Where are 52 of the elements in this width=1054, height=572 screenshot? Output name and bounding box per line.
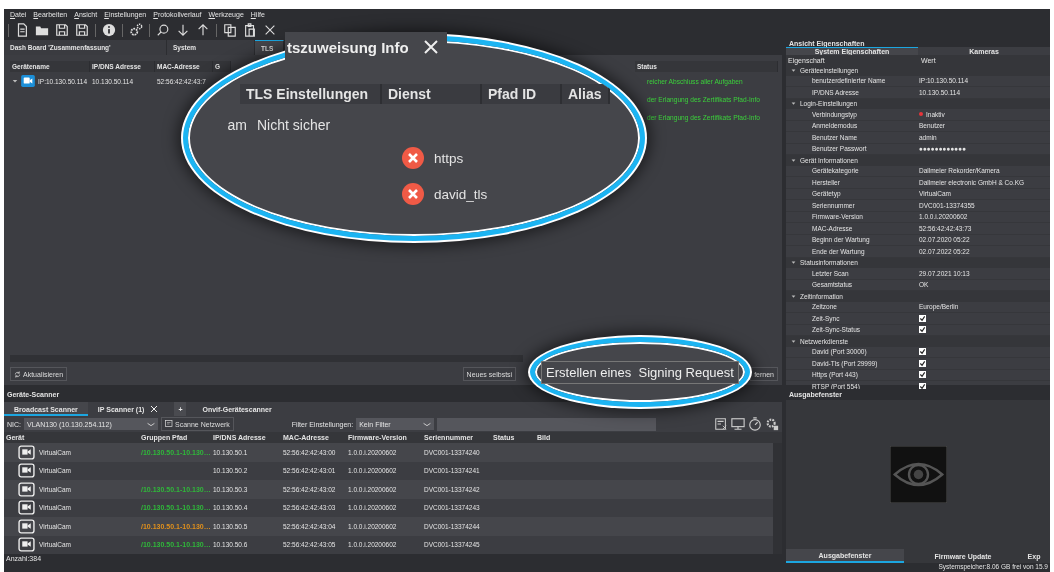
down-arrow-icon[interactable]: [176, 23, 190, 37]
info-icon[interactable]: [102, 23, 116, 37]
camera-icon: [18, 500, 35, 516]
caret-icon: [791, 101, 796, 107]
magnified-tab[interactable]: tszuweisung Info: [285, 32, 447, 62]
clear-list-icon[interactable]: [714, 417, 728, 431]
camera-icon: [18, 537, 35, 553]
close-icon: [422, 39, 439, 55]
column-header: Pfad ID: [482, 84, 562, 104]
save-as-icon[interactable]: [75, 23, 89, 37]
delete-icon[interactable]: [263, 23, 277, 37]
refresh-icon: [14, 370, 21, 378]
caret-icon: [791, 260, 796, 266]
service-name: https: [434, 150, 464, 166]
camera-icon: [18, 481, 35, 497]
document-icon[interactable]: [15, 23, 29, 37]
caret-icon: [147, 421, 155, 427]
camera-icon: [18, 518, 35, 534]
column-header: Alias: [562, 84, 610, 104]
filter-field[interactable]: [437, 417, 657, 431]
caret-icon: [791, 157, 796, 163]
column-header: TLS Einstellungen: [240, 84, 382, 104]
caret-icon: [791, 338, 796, 344]
caret-icon: [791, 67, 796, 73]
paste-icon[interactable]: [243, 23, 257, 37]
monitor-icon[interactable]: [731, 417, 745, 431]
table-cell-text: Nicht sicher: [256, 117, 331, 133]
checkbox[interactable]: [919, 326, 926, 334]
signing-request-button[interactable]: Erstellen eines Signing Request: [541, 360, 739, 384]
scan-icon: [165, 420, 173, 428]
caret-icon: [423, 421, 432, 427]
camera-icon: [21, 75, 35, 87]
caret-icon: [791, 293, 796, 299]
search-icon[interactable]: [156, 23, 170, 37]
up-arrow-icon[interactable]: [196, 23, 210, 37]
timer-icon[interactable]: [748, 417, 762, 431]
column-header: Dienst: [382, 84, 482, 104]
checkbox[interactable]: [919, 348, 926, 356]
checkbox[interactable]: [919, 382, 926, 390]
checkbox[interactable]: [919, 314, 926, 322]
copy-icon[interactable]: [223, 23, 237, 37]
eye-icon: [889, 446, 947, 503]
camera-icon: [18, 463, 35, 479]
checkbox[interactable]: [919, 359, 926, 367]
gears-icon[interactable]: [129, 23, 143, 37]
table-cell-text: am: [226, 117, 248, 133]
camera-icon: [18, 444, 35, 460]
scrollbar[interactable]: [773, 443, 782, 554]
save-icon[interactable]: [55, 23, 69, 37]
settings-icon[interactable]: [765, 417, 779, 431]
service-name: david_tls: [434, 186, 488, 202]
checkbox[interactable]: [919, 371, 926, 379]
